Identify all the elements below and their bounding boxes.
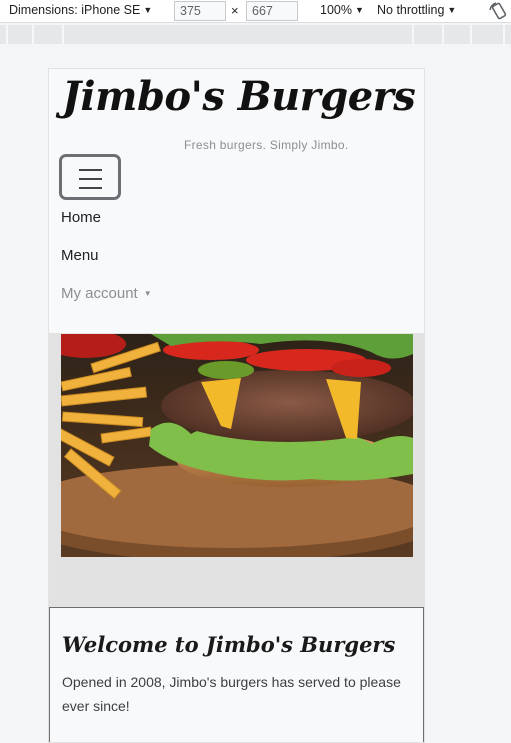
ruler-mark: [412, 25, 414, 44]
nav-home[interactable]: Home: [61, 209, 152, 226]
caret-down-icon: ▼: [143, 289, 152, 298]
nav-menu[interactable]: Menu: [61, 247, 152, 264]
ruler-mark: [6, 25, 8, 44]
height-input[interactable]: 667: [246, 1, 298, 21]
width-input[interactable]: 375: [174, 1, 226, 21]
welcome-title: Welcome to Jimbo's Burgers: [62, 632, 396, 657]
welcome-text: Opened in 2008, Jimbo's burgers has serv…: [62, 674, 401, 714]
ruler-mark: [62, 25, 64, 44]
chevron-down-icon: ▼: [143, 5, 153, 15]
throttling-dropdown[interactable]: No throttling ▼: [377, 3, 456, 17]
devtools-device-toolbar: Dimensions: iPhone SE ▼ 375 × 667 100% ▼…: [0, 0, 511, 23]
zoom-dropdown[interactable]: 100% ▼: [320, 3, 364, 17]
rotate-icon[interactable]: [488, 1, 510, 21]
nav-my-account[interactable]: My account ▼: [61, 285, 152, 302]
zoom-label: 100%: [320, 3, 352, 17]
chevron-down-icon: ▼: [354, 5, 364, 15]
dimensions-label: Dimensions: iPhone SE: [9, 3, 141, 17]
ruler-mark: [503, 25, 505, 44]
throttling-label: No throttling: [377, 3, 445, 17]
hamburger-icon: [79, 169, 102, 196]
chevron-down-icon: ▼: [447, 5, 457, 15]
welcome-card: Welcome to Jimbo's Burgers Opened in 200…: [49, 607, 424, 742]
dimensions-dropdown[interactable]: Dimensions: iPhone SE ▼: [9, 3, 152, 17]
navbar-toggle-button[interactable]: [59, 154, 121, 200]
media-query-ruler: [0, 25, 511, 44]
site-header: Jimbo's Burgers Fresh burgers. Simply Ji…: [49, 69, 424, 333]
times-symbol: ×: [231, 3, 239, 18]
nav-my-account-label: My account: [61, 285, 138, 302]
site-brand[interactable]: Jimbo's Burgers: [62, 73, 416, 120]
ruler-mark: [470, 25, 472, 44]
site-tagline: Fresh burgers. Simply Jimbo.: [184, 138, 349, 152]
hero-burger-image: [61, 334, 413, 557]
device-viewport: Jimbo's Burgers Fresh burgers. Simply Ji…: [48, 68, 425, 743]
ruler-mark: [32, 25, 34, 44]
main-nav: Home Menu My account ▼: [61, 209, 152, 323]
ruler-mark: [442, 25, 444, 44]
